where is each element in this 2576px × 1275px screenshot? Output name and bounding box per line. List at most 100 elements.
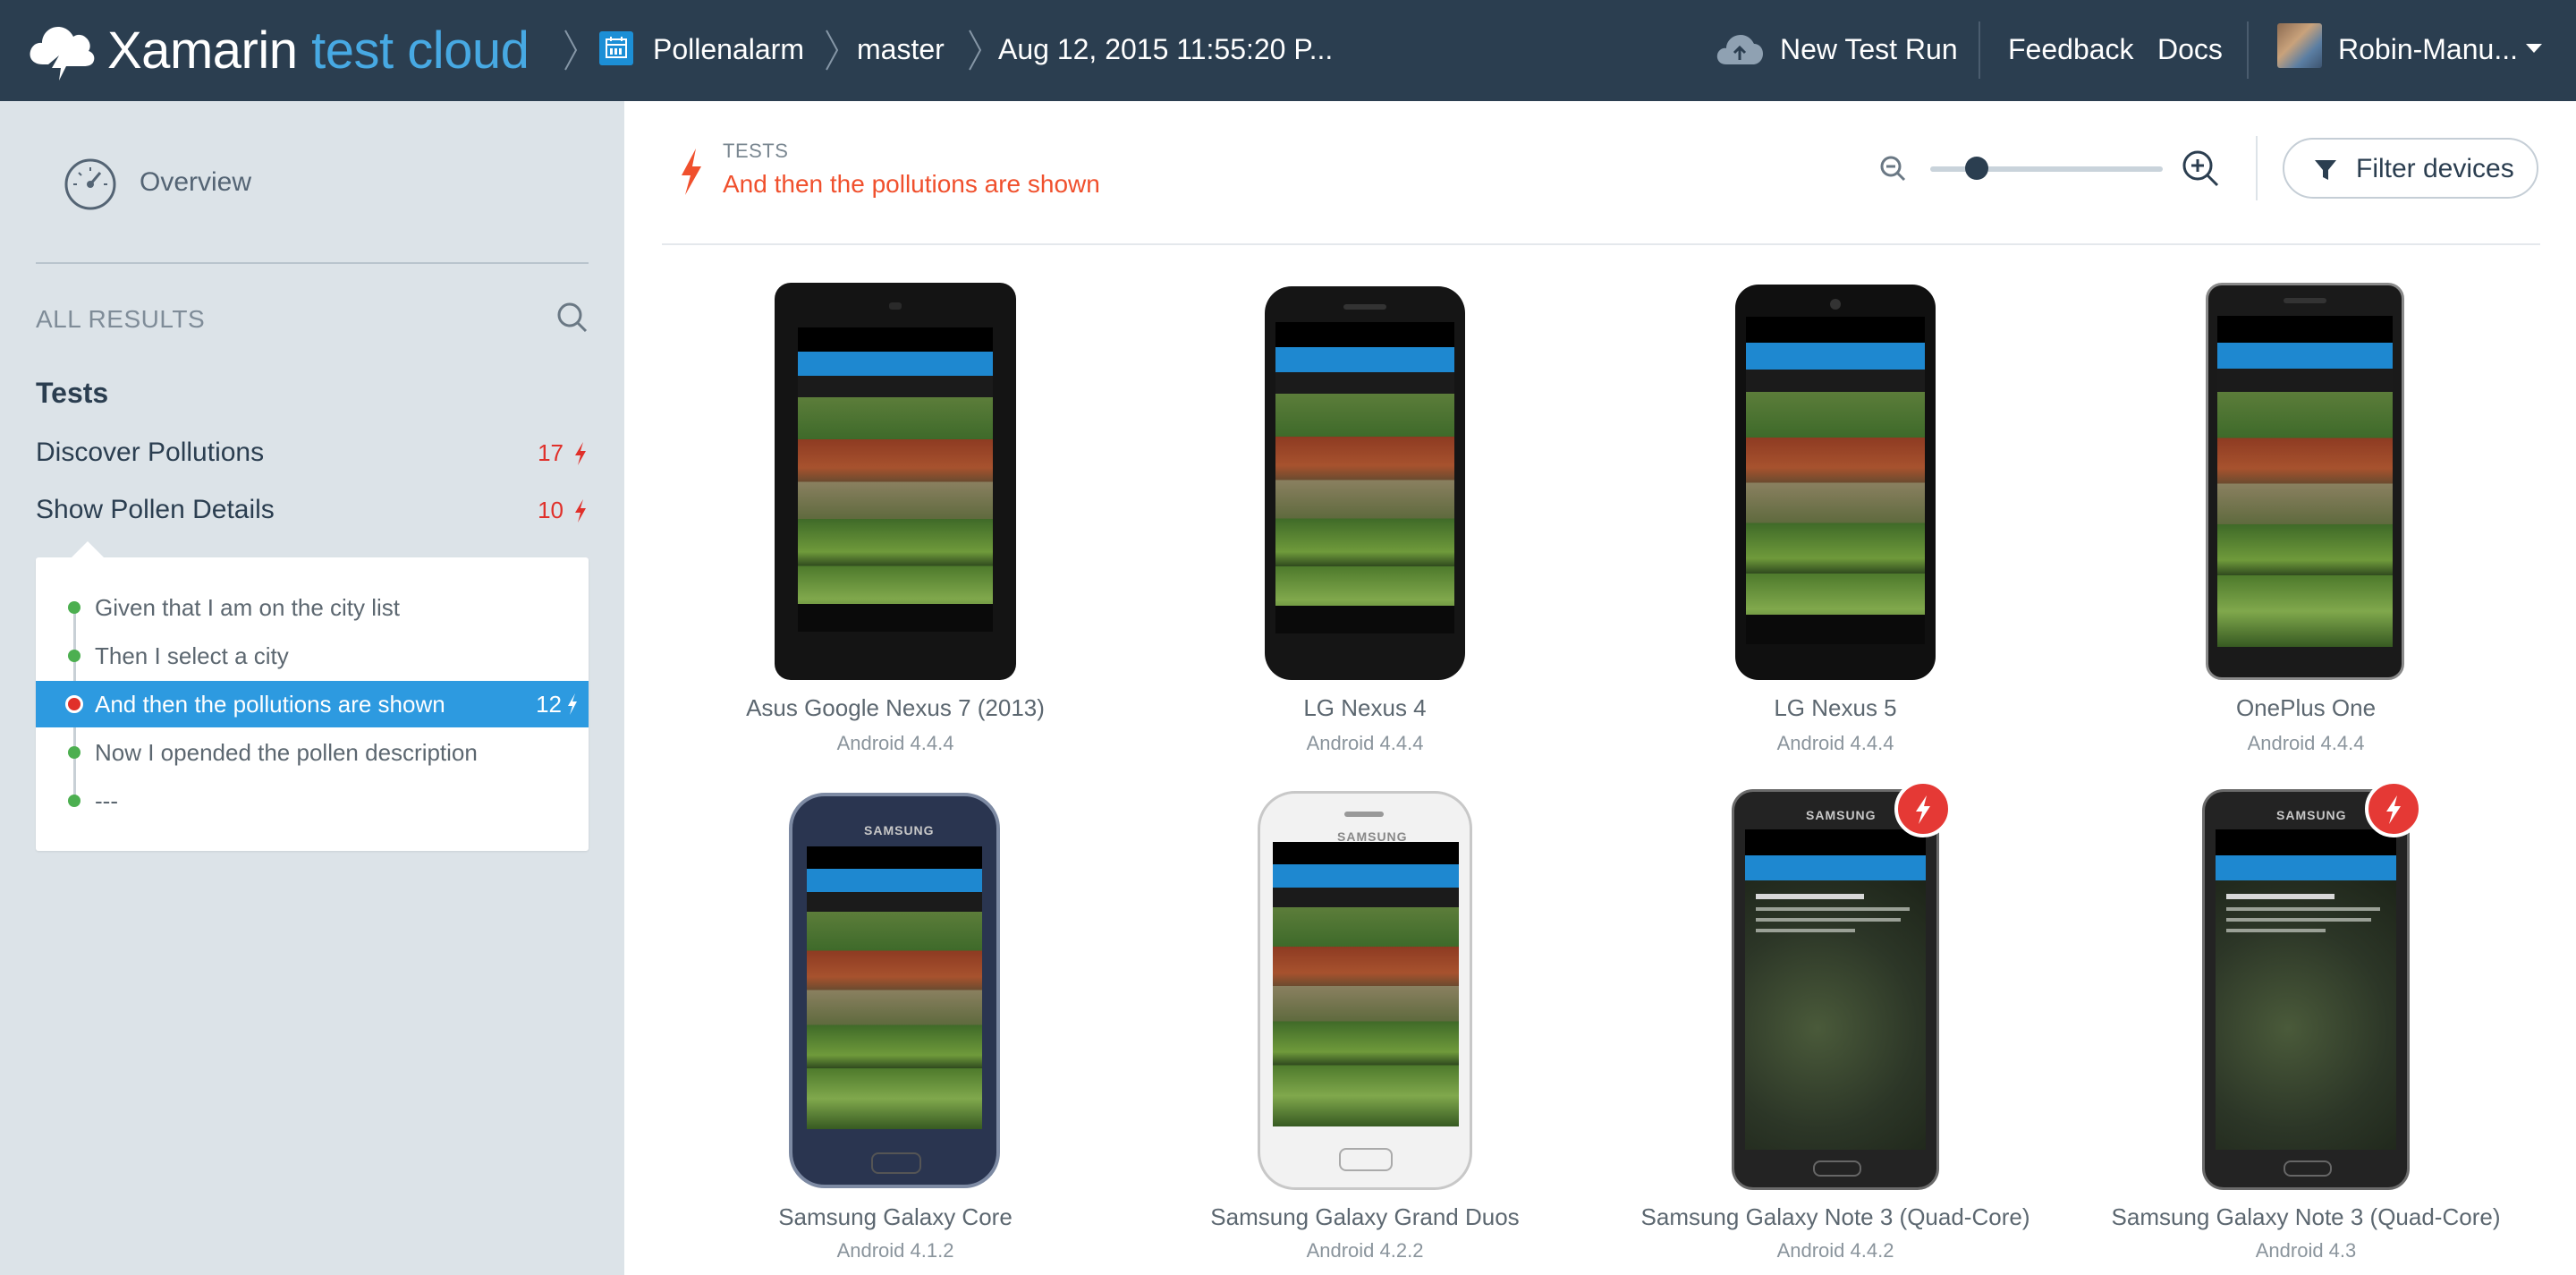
step-label: Then I select a city (95, 642, 289, 669)
device-os: Android 4.3 (2255, 1239, 2357, 1262)
speedometer-icon[interactable] (63, 157, 118, 212)
app-screen (2217, 316, 2393, 647)
step-label: And then the pollutions are shown (95, 691, 445, 718)
device-os: Android 4.4.4 (2247, 732, 2365, 754)
device-name: Samsung Galaxy Core (778, 1203, 1013, 1230)
device-screenshot[interactable] (1265, 286, 1465, 680)
breadcrumb-separator-icon (966, 27, 984, 73)
xamarin-logo[interactable]: Xamarin test cloud (27, 18, 530, 82)
device-name: Samsung Galaxy Note 3 (Quad-Core) (2111, 1203, 2501, 1230)
device-name: Asus Google Nexus 7 (2013) (746, 694, 1045, 721)
tests-caption: TESTS (723, 140, 789, 162)
logo-product: test cloud (311, 21, 530, 80)
bolt-icon (682, 149, 701, 195)
new-test-run-link[interactable]: New Test Run (1780, 30, 1958, 69)
filter-devices-button[interactable]: Filter devices (2283, 138, 2538, 199)
zoom-slider-handle[interactable] (1965, 157, 1988, 180)
failure-count: 17 (538, 439, 564, 466)
test-item[interactable]: Discover Pollutions 17 (36, 432, 589, 475)
breadcrumb-test-run[interactable]: Aug 12, 2015 11:55:20 P... (998, 30, 1333, 69)
chevron-down-icon[interactable] (2524, 41, 2544, 55)
device-os: Android 4.4.2 (1776, 1239, 1894, 1262)
status-dot (68, 601, 80, 614)
device-os: Android 4.1.2 (836, 1239, 954, 1262)
step-item[interactable]: --- (36, 778, 589, 824)
status-dot (68, 795, 80, 807)
step-item-active[interactable]: And then the pollutions are shown 12 (36, 681, 589, 727)
breadcrumb-branch[interactable]: master (857, 30, 945, 69)
device-brand: SAMSUNG (2276, 808, 2347, 822)
cloud-upload-icon[interactable] (1716, 30, 1764, 68)
bolt-icon (575, 442, 586, 465)
test-item[interactable]: Show Pollen Details 10 (36, 489, 589, 532)
app-screen (1273, 842, 1459, 1126)
zoom-in-icon[interactable] (2181, 149, 2220, 188)
app-icon (599, 31, 633, 65)
device-screenshot[interactable]: SAMSUNG (789, 793, 1000, 1188)
device-screenshot[interactable]: SAMSUNG (2202, 789, 2410, 1190)
docs-link[interactable]: Docs (2157, 30, 2223, 69)
search-icon[interactable] (556, 302, 589, 334)
bolt-icon (575, 499, 586, 523)
device-screenshot[interactable] (2206, 283, 2404, 680)
failure-count: 10 (538, 497, 564, 523)
step-item[interactable]: Now I opended the pollen description (36, 729, 589, 776)
filter-label: Filter devices (2356, 154, 2514, 183)
app-screen (2216, 829, 2396, 1150)
step-label: --- (95, 787, 118, 814)
step-list: Given that I am on the city list Then I … (36, 541, 589, 851)
app-screen (807, 846, 982, 1129)
step-label: Given that I am on the city list (95, 594, 401, 621)
device-name: LG Nexus 5 (1774, 694, 1897, 721)
cloud-bolt-logo-icon (30, 27, 95, 81)
overview-link[interactable]: Overview (140, 167, 251, 198)
top-bar: Xamarin test cloud Pollenalarm master Au… (0, 0, 2576, 101)
status-dot (65, 695, 83, 713)
device-screenshot[interactable] (1735, 285, 1936, 680)
logo-brand: Xamarin (107, 21, 298, 80)
breadcrumb-separator-icon (562, 27, 580, 73)
device-name: OnePlus One (2235, 694, 2377, 721)
device-screenshot[interactable] (775, 283, 1016, 680)
divider (662, 243, 2540, 245)
filter-icon (2315, 160, 2336, 180)
device-name: Samsung Galaxy Note 3 (Quad-Core) (1640, 1203, 2030, 1230)
header-divider (2247, 21, 2249, 79)
logo-text: Xamarin test cloud (107, 21, 530, 81)
divider (36, 262, 589, 264)
failure-count: 12 (536, 691, 562, 718)
step-item[interactable]: Given that I am on the city list (36, 584, 589, 631)
zoom-out-icon[interactable] (1878, 154, 1907, 183)
user-avatar[interactable] (2277, 23, 2322, 68)
device-brand: SAMSUNG (1806, 808, 1877, 822)
header-divider (1979, 21, 1980, 79)
app-screen (1745, 829, 1926, 1150)
toolbar-divider (2256, 136, 2258, 200)
device-os: Android 4.4.4 (1776, 732, 1894, 754)
app-screen (1275, 322, 1454, 633)
bolt-icon (1916, 795, 1930, 824)
device-screenshot[interactable]: SAMSUNG (1732, 789, 1939, 1190)
device-os: Android 4.2.2 (1306, 1239, 1424, 1262)
device-name: LG Nexus 4 (1303, 694, 1427, 721)
app-screen (798, 327, 993, 632)
panel-pointer (72, 541, 104, 557)
device-name: Samsung Galaxy Grand Duos (1210, 1203, 1520, 1230)
device-screenshot[interactable]: SAMSUNG (1258, 791, 1472, 1190)
user-menu[interactable]: Robin-Manu... (2338, 30, 2518, 69)
step-label: Now I opended the pollen description (95, 739, 478, 766)
app-screen (1746, 317, 1925, 644)
test-name: Show Pollen Details (36, 495, 275, 524)
breadcrumb-app[interactable]: Pollenalarm (653, 30, 804, 69)
sidebar: Overview ALL RESULTS Tests Discover Poll… (0, 101, 624, 1275)
feedback-link[interactable]: Feedback (2008, 30, 2134, 69)
failure-badge[interactable] (1894, 780, 1952, 837)
bolt-icon (568, 693, 577, 715)
all-results-heading: ALL RESULTS (36, 305, 206, 333)
failure-badge[interactable] (2365, 780, 2422, 837)
step-item[interactable]: Then I select a city (36, 633, 589, 679)
status-dot (68, 746, 80, 759)
breadcrumb-separator-icon (823, 27, 841, 73)
device-os: Android 4.4.4 (1306, 732, 1424, 754)
test-name: Discover Pollutions (36, 438, 265, 467)
